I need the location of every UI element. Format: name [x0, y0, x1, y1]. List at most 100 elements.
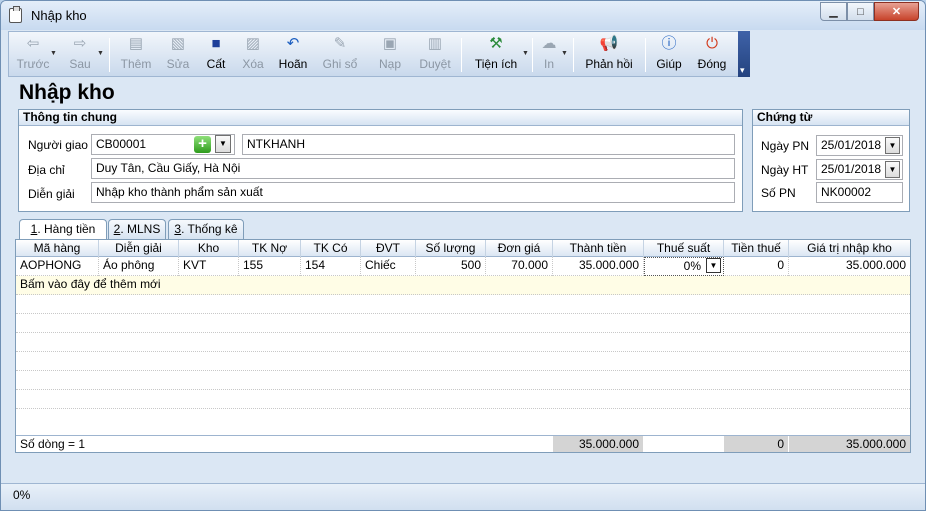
utilities-label: Tiện ích [474, 57, 518, 71]
next-button[interactable]: ⇨ Sau [61, 34, 99, 74]
approve-button[interactable]: ▥ Duyệt [413, 34, 457, 74]
voucher-group: Chứng từ Ngày PN 25/01/2018 ▼ Ngày HT 25… [752, 109, 910, 212]
deliverer-dropdown-icon[interactable]: ▼ [215, 135, 231, 153]
approve-icon: ▥ [427, 35, 443, 52]
col-gia-tri[interactable]: Giá trị nhập kho [789, 240, 910, 257]
page-title: Nhập kho [19, 81, 115, 104]
cell-gia-tri[interactable]: 35.000.000 [789, 257, 910, 276]
col-so-luong[interactable]: Số lượng [416, 240, 486, 257]
cell-kho[interactable]: KVT [179, 257, 239, 276]
approve-label: Duyệt [419, 57, 451, 71]
col-kho[interactable]: Kho [179, 240, 239, 257]
col-don-gia[interactable]: Đơn giá [486, 240, 553, 257]
delete-label: Xóa [242, 57, 264, 71]
empty-row [16, 333, 910, 352]
undo-button[interactable]: ↶ Hoãn [273, 34, 313, 74]
description-field[interactable]: Nhập kho thành phẩm sản xuất [91, 182, 735, 203]
col-dien-giai[interactable]: Diễn giải [99, 240, 179, 257]
deliverer-name-field[interactable]: NTKHANH [242, 134, 735, 155]
close-form-button[interactable]: ⏻ Đóng [695, 34, 729, 74]
sum-thanh-tien: 35.000.000 [553, 436, 644, 452]
add-button[interactable]: ▤ Thêm [115, 34, 157, 74]
utilities-dropdown-icon[interactable]: ▼ [522, 50, 529, 57]
feedback-button[interactable]: 📢 Phản hồi [581, 34, 637, 74]
power-icon: ⏻ [706, 35, 718, 52]
deliverer-label: Người giao [28, 138, 88, 152]
toolbar: ⇦ Trước ▼ ⇨ Sau ▼ ▤ Thêm ▧ Sửa ■ Cất ▨ X… [8, 31, 750, 77]
undo-icon: ↶ [286, 35, 300, 52]
utilities-button[interactable]: ⚒ Tiện ích [469, 34, 523, 74]
previous-label: Trước [16, 57, 50, 71]
tab-hang-tien-label: . Hàng tiền [37, 222, 96, 236]
col-tk-no[interactable]: TK Nợ [239, 240, 301, 257]
cell-don-gia[interactable]: 70.000 [486, 257, 553, 276]
cell-tk-no[interactable]: 155 [239, 257, 301, 276]
col-thanh-tien[interactable]: Thành tiền [553, 240, 644, 257]
tools-icon: ⚒ [489, 35, 503, 52]
edit-button[interactable]: ▧ Sửa [159, 34, 197, 74]
add-new-row-text[interactable]: Bấm vào đây để thêm mới [16, 276, 216, 295]
cell-dvt[interactable]: Chiếc [361, 257, 416, 276]
voucher-heading: Chứng từ [753, 110, 909, 126]
ht-date-dropdown-icon[interactable]: ▼ [885, 161, 900, 178]
col-tk-co[interactable]: TK Có [301, 240, 361, 257]
add-deliverer-icon[interactable]: + [194, 136, 211, 153]
col-thue-suat[interactable]: Thuế suất [644, 240, 724, 257]
toolbar-overflow-button[interactable] [738, 31, 750, 77]
sum-tien-thue: 0 [724, 436, 789, 452]
empty-row [16, 371, 910, 390]
next-dropdown-icon[interactable]: ▼ [97, 50, 104, 57]
window-title: Nhập kho [31, 8, 87, 23]
maximize-button[interactable]: □ [847, 2, 874, 21]
grid-header: Mã hàng Diễn giải Kho TK Nợ TK Có ĐVT Số… [16, 240, 910, 257]
cell-thanh-tien[interactable]: 35.000.000 [553, 257, 644, 276]
clipboard-icon [9, 6, 22, 23]
print-button[interactable]: ☁ In [537, 34, 561, 74]
close-button[interactable]: ✕ [874, 2, 919, 21]
tab-mlns[interactable]: 2. MLNS [108, 219, 166, 239]
cell-tien-thue[interactable]: 0 [724, 257, 789, 276]
pn-no-field[interactable]: NK00002 [816, 182, 903, 203]
status-text: 0% [13, 488, 31, 502]
table-row[interactable]: AOPHONG Áo phông KVT 155 154 Chiếc 500 7… [16, 257, 910, 276]
thue-suat-dropdown-icon[interactable]: ▼ [706, 258, 721, 273]
arrow-right-icon: ⇨ [73, 35, 87, 52]
cell-dien-giai[interactable]: Áo phông [99, 257, 179, 276]
arrow-left-icon: ⇦ [26, 35, 40, 52]
delete-button[interactable]: ▨ Xóa [235, 34, 271, 74]
pencil-icon: ✎ [333, 35, 347, 52]
delete-doc-icon: ▨ [245, 35, 261, 52]
pn-date-label: Ngày PN [761, 139, 810, 153]
tab-hang-tien[interactable]: 1. Hàng tiền [19, 219, 107, 240]
description-label: Diễn giải [28, 187, 75, 201]
pn-date-dropdown-icon[interactable]: ▼ [885, 137, 900, 154]
deliverer-code-field[interactable]: CB00001 [91, 134, 235, 155]
print-dropdown-icon[interactable]: ▼ [561, 50, 568, 57]
empty-row [16, 409, 910, 428]
tab-thong-ke-label: . Thống kê [181, 222, 238, 236]
add-new-row[interactable]: Bấm vào đây để thêm mới [16, 276, 910, 295]
address-field[interactable]: Duy Tân, Cầu Giấy, Hà Nội [91, 158, 735, 179]
minimize-button[interactable]: ▁ [820, 2, 847, 21]
general-info-heading: Thông tin chung [19, 110, 742, 126]
edit-doc-icon: ▧ [170, 35, 186, 52]
post-button[interactable]: ✎ Ghi sổ [315, 34, 365, 74]
tab-thong-ke[interactable]: 3. Thống kê [168, 219, 244, 239]
help-button[interactable]: ⓘ Giúp [653, 34, 685, 74]
close-form-label: Đóng [697, 57, 727, 71]
previous-button[interactable]: ⇦ Trước [13, 34, 53, 74]
print-label: In [543, 57, 554, 71]
cell-so-luong[interactable]: 500 [416, 257, 486, 276]
post-label: Ghi sổ [322, 57, 358, 71]
cell-ma-hang[interactable]: AOPHONG [16, 257, 99, 276]
printer-icon: ☁ [541, 35, 557, 52]
col-ma-hang[interactable]: Mã hàng [16, 240, 99, 257]
load-button[interactable]: ▣ Nạp [371, 34, 409, 74]
save-button[interactable]: ■ Cất [199, 34, 233, 74]
cell-tk-co[interactable]: 154 [301, 257, 361, 276]
col-dvt[interactable]: ĐVT [361, 240, 416, 257]
general-info-group: Thông tin chung Người giao CB00001 + ▼ N… [18, 109, 743, 212]
col-tien-thue[interactable]: Tiền thuế [724, 240, 789, 257]
previous-dropdown-icon[interactable]: ▼ [50, 50, 57, 57]
sum-gia-tri: 35.000.000 [789, 436, 910, 452]
